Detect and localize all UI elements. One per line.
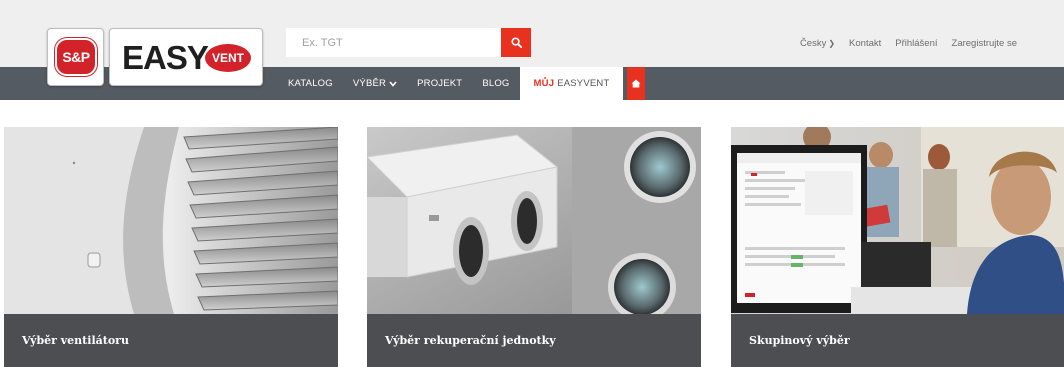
nav-item-muj-rest: EASYVENT: [557, 78, 610, 89]
card-caption: Skupinový výběr: [731, 314, 1064, 367]
nav-item-vyber[interactable]: VÝBĚR: [343, 67, 407, 100]
nav-item-vyber-label: VÝBĚR: [352, 78, 387, 89]
card-caption: Výběr rekuperační jednotky: [367, 314, 701, 367]
nav-item-katalog[interactable]: KATALOG: [278, 67, 343, 100]
card-recovery-unit-selection[interactable]: Výběr rekuperační jednotky: [367, 127, 701, 367]
nav-item-projekt[interactable]: PROJEKT: [407, 67, 472, 100]
chevron-down-icon: [389, 80, 397, 87]
fan-image: [4, 127, 338, 314]
card-group-selection[interactable]: Skupinový výběr: [731, 127, 1064, 367]
language-selector[interactable]: Česky ❯: [800, 38, 835, 49]
login-link[interactable]: Přihlášení: [895, 38, 937, 49]
chevron-down-icon: ❯: [828, 39, 836, 48]
register-link[interactable]: Zaregistrujte se: [952, 38, 1017, 49]
contact-link[interactable]: Kontakt: [849, 38, 881, 49]
sp-logo[interactable]: S&P: [47, 28, 104, 86]
search-button[interactable]: [501, 28, 531, 57]
nav-item-muj-bold: MŮJ: [533, 78, 555, 89]
search-input[interactable]: [286, 28, 501, 57]
search-icon: [510, 37, 522, 48]
card-caption: Výběr ventilátoru: [4, 314, 338, 367]
office-image: [731, 127, 1064, 314]
recovery-unit-image: [367, 127, 701, 314]
home-button[interactable]: [627, 67, 646, 100]
card-fan-selection[interactable]: Výběr ventilátoru: [4, 127, 338, 367]
nav-item-blog[interactable]: BLOG: [472, 67, 519, 100]
nav-menu: KATALOG VÝBĚR PROJEKT BLOG MŮJ EASYVENT: [278, 67, 646, 100]
nav-item-muj-easyvent[interactable]: MŮJ EASYVENT: [519, 67, 624, 100]
sp-logo-badge: S&P: [55, 38, 97, 76]
easyvent-logo-vent: VENT: [205, 44, 251, 72]
language-label: Česky: [799, 38, 827, 49]
easyvent-logo-text: EASY: [122, 39, 209, 76]
easyvent-logo[interactable]: EASY VENT: [109, 28, 263, 86]
home-icon: [631, 79, 641, 88]
top-links: Česky ❯ Kontakt Přihlášení Zaregistrujte …: [800, 38, 1017, 49]
